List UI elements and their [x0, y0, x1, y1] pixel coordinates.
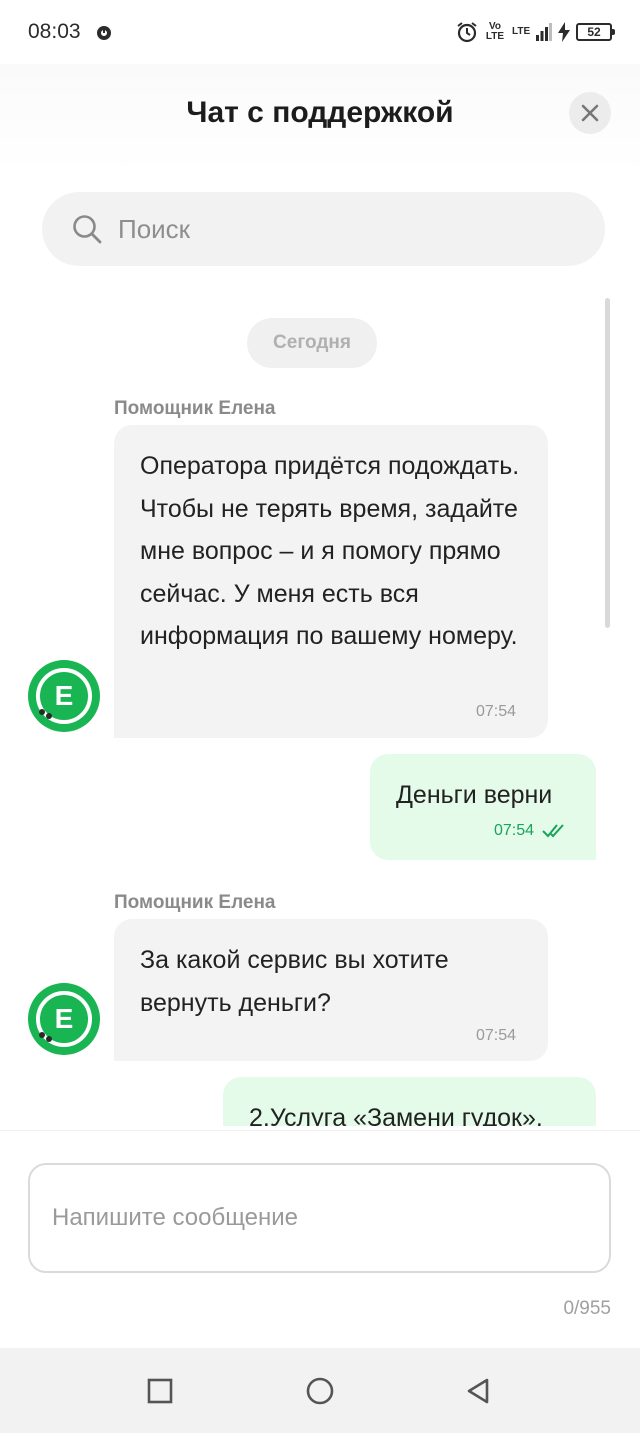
message-text: Оператора придётся подождать. Чтобы не т…: [140, 452, 520, 650]
charging-icon: [558, 22, 570, 42]
search-input[interactable]: [118, 192, 578, 266]
double-check-icon: [542, 824, 564, 838]
message-text: За какой сервис вы хотите вернуть деньги…: [140, 946, 449, 1017]
message-meta: 07:54: [494, 822, 568, 840]
message-time: 07:54: [475, 1027, 516, 1044]
signal-icon: [536, 23, 552, 41]
search-icon: [73, 215, 102, 244]
message-input[interactable]: [28, 1163, 611, 1273]
outgoing-message[interactable]: 2.Услуга «Замени гудок».: [223, 1077, 596, 1126]
circle-icon: [306, 1377, 334, 1405]
date-separator: Сегодня: [247, 318, 377, 368]
back-button[interactable]: [461, 1374, 495, 1408]
incoming-message[interactable]: За какой сервис вы хотите вернуть деньги…: [114, 919, 548, 1061]
chat-header: Чат с поддержкой: [0, 64, 640, 174]
avatar-dots-icon: [39, 709, 52, 719]
avatar: E: [28, 983, 100, 1055]
recents-button[interactable]: [143, 1374, 177, 1408]
status-bar: 08:03 Vo LTE LTE 52: [0, 0, 640, 64]
volte-indicator: Vo LTE: [485, 21, 505, 42]
square-icon: [147, 1378, 173, 1404]
home-button[interactable]: [303, 1374, 337, 1408]
status-time: 08:03: [28, 20, 81, 43]
message-time: 07:54: [475, 703, 516, 720]
system-nav-bar: [0, 1348, 640, 1433]
search-bar[interactable]: [42, 192, 605, 266]
page-title: Чат с поддержкой: [186, 96, 454, 129]
message-sender: Помощник Елена: [114, 398, 276, 419]
close-icon: [581, 104, 599, 122]
lte-indicator: LTE: [512, 26, 531, 37]
avatar: E: [28, 660, 100, 732]
avatar-letter: E: [54, 1003, 74, 1034]
message-text: 2.Услуга «Замени гудок».: [249, 1104, 543, 1126]
battery-level: 52: [587, 25, 601, 39]
outgoing-message[interactable]: Деньги верни 07:54: [370, 754, 596, 860]
alarm-icon: [97, 26, 111, 40]
alarm-clock-icon: [457, 22, 477, 43]
message-text: Деньги верни: [396, 781, 553, 809]
close-button[interactable]: [569, 92, 611, 134]
status-indicators: Vo LTE LTE 52: [456, 18, 615, 46]
message-time: 07:54: [493, 822, 534, 839]
incoming-message[interactable]: Оператора придётся подождать. Чтобы не т…: [114, 425, 548, 738]
avatar-letter: E: [54, 680, 74, 711]
scrollbar[interactable]: [605, 298, 610, 628]
message-composer: 0/955: [0, 1130, 640, 1348]
avatar-dots-icon: [39, 1032, 52, 1042]
chat-messages[interactable]: Сегодня Помощник Елена Оператора придётс…: [0, 284, 640, 1126]
message-sender: Помощник Елена: [114, 892, 276, 913]
triangle-back-icon: [467, 1378, 489, 1404]
character-counter: 0/955: [563, 1298, 611, 1319]
battery-icon: 52: [576, 23, 615, 41]
